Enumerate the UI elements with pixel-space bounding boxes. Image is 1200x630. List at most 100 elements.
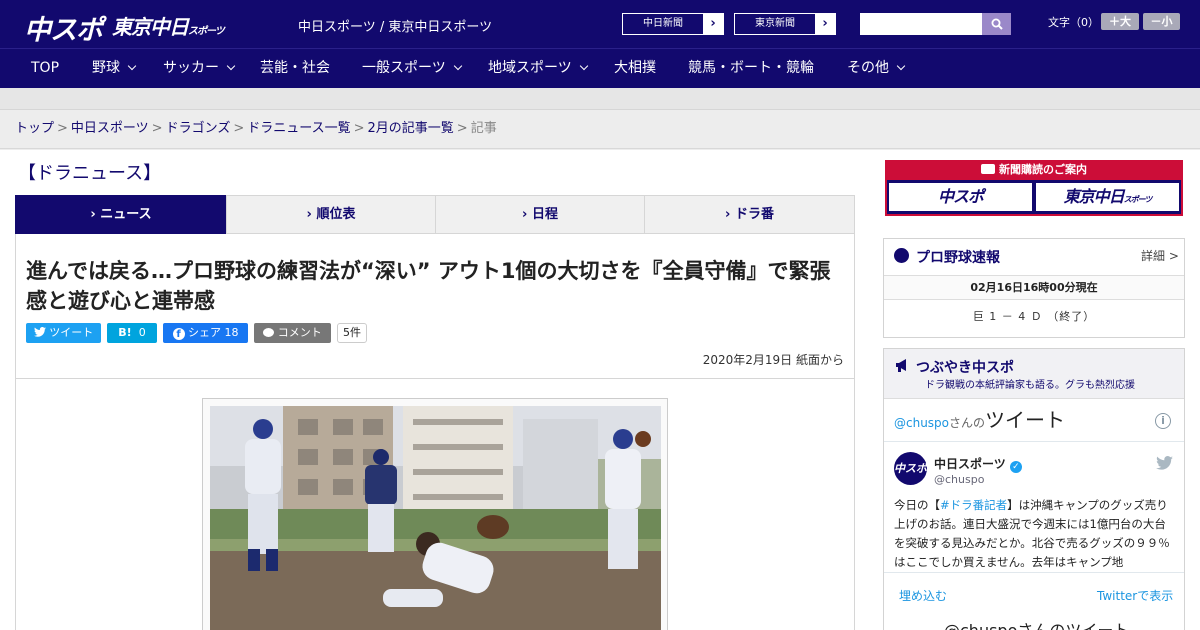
nav-item-regional-sports[interactable]: 地域スポーツ	[488, 48, 588, 88]
subscribe-tokyo-text: 東京中日	[1063, 187, 1125, 206]
text-size-label: 文字（0）	[1048, 16, 1099, 29]
text-size-increase-button[interactable]: ＋大	[1101, 13, 1139, 30]
chevron-down-icon	[579, 61, 588, 71]
tab-label: 順位表	[316, 207, 356, 222]
hatena-count: 0	[138, 326, 146, 339]
nav-item-general-sports[interactable]: 一般スポーツ	[362, 48, 462, 88]
next-embed-header: @chuspoさんのツイート	[944, 617, 1129, 630]
chevron-down-icon	[226, 61, 236, 71]
hatena-bookmark-button[interactable]: B! 0	[107, 323, 157, 343]
avatar[interactable]: 中スポ	[894, 452, 927, 485]
chevron-down-icon	[896, 61, 906, 71]
ext-link-label: 東京新聞	[755, 18, 795, 29]
breadcrumb: トップ > 中日スポーツ > ドラゴンズ > ドラニュース一覧 >2月の記事一覧 > 記事	[0, 111, 1200, 149]
nav-item-baseball[interactable]: 野球	[92, 48, 137, 88]
speech-bubble-icon	[263, 328, 275, 337]
nav-item-other[interactable]: その他	[847, 48, 906, 88]
breadcrumb-separator: >	[233, 121, 245, 136]
embed-header: @chuspoさんのツイート	[894, 404, 1065, 433]
tweet-text: 今日の【#ドラ番記者】は沖縄キャンプのグッズ売り上げのお話。連日大盛況で今週末に…	[894, 496, 1174, 572]
nav-item-soccer[interactable]: サッカー	[163, 48, 236, 88]
article-date: 2020年2月19日 紙面から	[702, 353, 844, 367]
embed-san: さんの	[949, 416, 986, 430]
tab-standings[interactable]: › 順位表	[226, 195, 436, 234]
facebook-share-count: 18	[224, 326, 239, 339]
search-button[interactable]	[982, 13, 1011, 35]
nav-label: 大相撲	[614, 60, 656, 76]
nav-item-entertainment[interactable]: 芸能・社会	[260, 48, 330, 88]
tab-schedule[interactable]: › 日程	[435, 195, 645, 234]
nav-label: 地域スポーツ	[488, 60, 572, 76]
tweet-account-handle[interactable]: @chuspo	[934, 473, 984, 486]
tokyo-chunichi-logo[interactable]: 東京中日スポーツ	[112, 11, 225, 40]
breadcrumb-separator: >	[353, 121, 365, 136]
embed-tweets-label: ツイート	[985, 408, 1066, 432]
breadcrumb-current: 記事	[470, 121, 497, 136]
tab-news[interactable]: › ニュース	[15, 195, 227, 234]
search-input[interactable]	[860, 13, 982, 35]
scores-timestamp: 02月16日16時00分現在	[884, 275, 1184, 300]
nav-label: 野球	[92, 60, 120, 76]
nav-label: TOP	[31, 60, 60, 76]
subscribe-tokyo-logo[interactable]: 東京中日スポーツ	[1036, 183, 1179, 211]
verified-badge-icon: ✓	[1009, 461, 1022, 473]
scores-detail-link[interactable]: 詳細 >	[1141, 247, 1179, 264]
chevron-down-icon	[453, 61, 462, 71]
subscription-header: 新聞購読のご案内	[885, 160, 1183, 180]
search-icon	[991, 18, 1003, 30]
tokyo-logo-text: 東京中日	[112, 15, 189, 39]
chevron-right-icon: ›	[815, 14, 835, 34]
nav-item-top[interactable]: TOP	[31, 48, 59, 88]
hatena-icon: B!	[118, 326, 132, 339]
nav-label: 一般スポーツ	[362, 60, 446, 76]
breadcrumb-link-dora-news[interactable]: ドラニュース一覧	[247, 121, 350, 136]
tweet-footer-divider	[884, 572, 1184, 573]
scores-title: プロ野球速報	[916, 250, 1000, 266]
subscribe-chuspo-logo[interactable]: 中スポ	[889, 183, 1032, 211]
breadcrumb-separator: >	[456, 121, 468, 136]
tokyo-shimbun-link[interactable]: 東京新聞 ›	[734, 13, 836, 35]
tweet-hashtag[interactable]: #ドラ番記者	[940, 498, 1007, 512]
tab-label: ドラ番	[734, 207, 774, 222]
tweet-share-button[interactable]: ツイート	[26, 323, 101, 343]
breadcrumb-link-chunichi-sports[interactable]: 中日スポーツ	[71, 121, 149, 136]
breadcrumb-link-top[interactable]: トップ	[15, 121, 54, 136]
article-headline: 進んでは戻る…プロ野球の練習法が“深い” アウト1個の大切さを『全員守備』で緊張…	[26, 259, 831, 313]
tweet-share-label: ツイート	[49, 326, 94, 339]
nav-item-sumo[interactable]: 大相撲	[614, 48, 656, 88]
article-photo[interactable]	[202, 398, 668, 630]
ext-link-label: 中日新聞	[643, 18, 683, 29]
breadcrumb-link-dragons[interactable]: ドラゴンズ	[166, 121, 231, 136]
comment-button[interactable]: コメント	[254, 323, 331, 343]
twitter-bird-icon[interactable]	[1156, 455, 1173, 470]
newspaper-icon	[981, 164, 995, 174]
tweet-text-pre: 今日の【	[894, 498, 940, 512]
info-icon[interactable]: i	[1155, 413, 1171, 429]
facebook-share-label: シェア	[188, 326, 221, 339]
comment-count-badge[interactable]: 5件	[337, 323, 367, 343]
chuspo-logo[interactable]: 中スポ	[24, 8, 103, 47]
tokyo-logo-small: スポーツ	[188, 26, 225, 37]
facebook-share-button[interactable]: f シェア 18	[163, 323, 248, 343]
breadcrumb-link-february[interactable]: 2月の記事一覧	[368, 121, 454, 136]
tab-dora-ban[interactable]: › ドラ番	[644, 195, 855, 234]
site-title[interactable]: 中日スポーツ / 東京中日スポーツ	[298, 16, 492, 35]
tweets-title: つぶやき中スポ	[916, 360, 1014, 376]
nav-label: 競馬・ボート・競輪	[688, 60, 814, 76]
breadcrumb-separator: >	[57, 121, 68, 136]
view-on-twitter-link[interactable]: Twitterで表示	[1097, 587, 1173, 604]
tab-label: 日程	[531, 207, 558, 222]
baseball-icon	[894, 248, 909, 263]
embed-divider	[884, 441, 1184, 442]
text-size-decrease-button[interactable]: －小	[1143, 13, 1180, 30]
tweet-account-name[interactable]: 中日スポーツ ✓	[934, 455, 1022, 473]
nav-item-racing[interactable]: 競馬・ボート・競輪	[688, 48, 814, 88]
chevron-right-icon: ›	[703, 14, 723, 34]
nav-label: サッカー	[163, 60, 219, 76]
chunichi-shimbun-link[interactable]: 中日新聞 ›	[622, 13, 724, 35]
comment-label: コメント	[277, 326, 322, 339]
score-row[interactable]: 巨 1 － 4 Ｄ （終了）	[884, 308, 1184, 324]
twitter-bird-icon	[33, 327, 46, 337]
embed-link[interactable]: 埋め込む	[899, 587, 947, 604]
embed-handle[interactable]: @chuspo	[894, 416, 949, 430]
